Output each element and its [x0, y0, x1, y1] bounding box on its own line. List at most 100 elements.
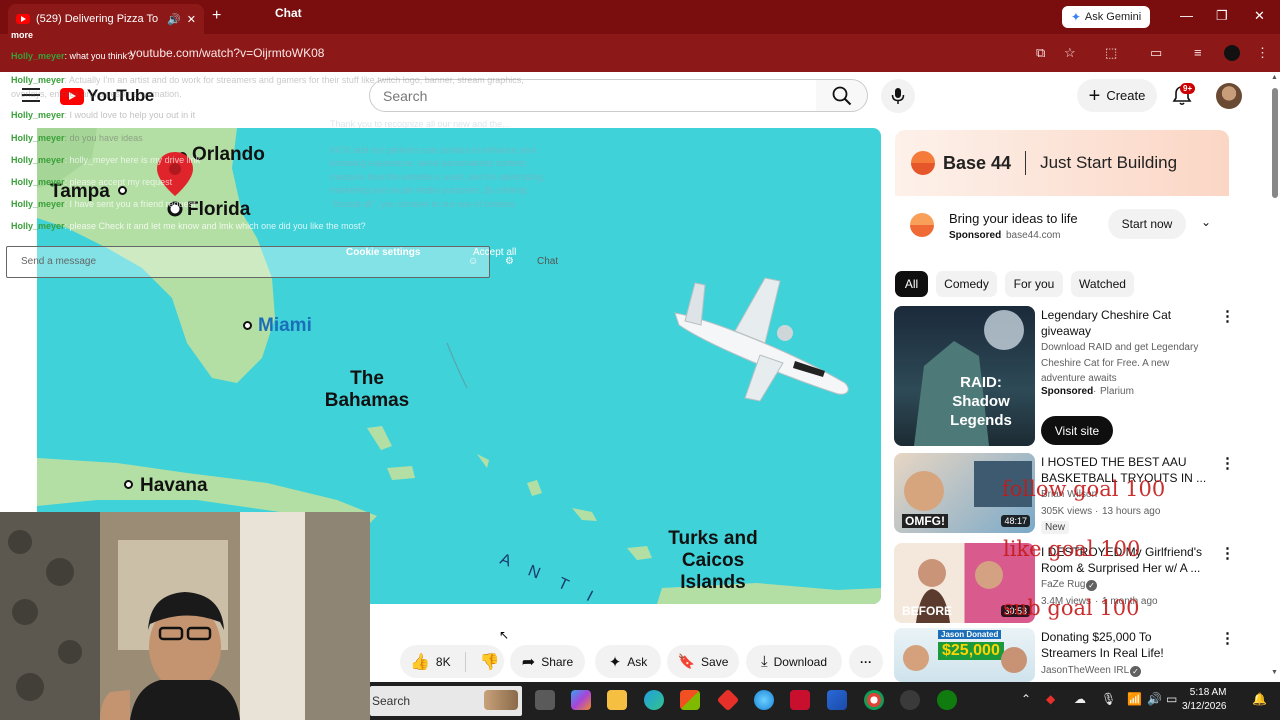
dislike-button[interactable]: 👎 — [472, 652, 500, 672]
account-avatar[interactable] — [1216, 83, 1242, 109]
notifications-icon[interactable]: 🔔 — [1252, 692, 1267, 706]
save-button[interactable]: 🔖 Save — [667, 645, 739, 678]
tray-battery-icon[interactable]: ▭ — [1166, 692, 1177, 706]
thumb-text: RAID: Shadow Legends — [950, 374, 1012, 429]
sub-goal-overlay: sub goal 100 — [1003, 596, 1140, 620]
create-label: Create — [1106, 88, 1146, 103]
download-button[interactable]: ⤓ Download — [746, 645, 842, 678]
ask-gemini-button[interactable]: ✦ Ask Gemini — [1062, 6, 1150, 28]
video-thumbnail[interactable]: Jason Donated $25,000 — [894, 628, 1035, 682]
bookmark-star-icon[interactable]: ☆ — [1064, 45, 1076, 61]
tray-mic-icon[interactable]: 🎙 — [1101, 692, 1116, 706]
new-tab-button[interactable]: + — [212, 7, 221, 25]
extensions-icon[interactable]: ⬚ — [1105, 45, 1117, 61]
tampa-dot-icon — [118, 186, 127, 195]
more-actions-button[interactable]: ··· — [849, 645, 883, 678]
chip-for-you[interactable]: For you — [1005, 271, 1063, 297]
mcafee-icon[interactable] — [790, 690, 810, 710]
download-icon: ⤓ — [760, 653, 768, 670]
chat-message-input[interactable]: Send a message — [6, 246, 490, 278]
havana-dot-icon — [124, 480, 133, 489]
search-icon — [832, 86, 851, 105]
ad-row: Bring your ideas to life Sponsored · bas… — [895, 196, 1229, 256]
gemini-sparkle-icon: ✦ — [1070, 10, 1081, 24]
mail-icon[interactable] — [827, 690, 847, 710]
restore-icon[interactable]: ❐ — [1216, 8, 1228, 24]
profile-avatar-icon[interactable] — [1224, 45, 1240, 61]
cookie-notice: Thank you to recognize all our new and t… — [330, 118, 570, 258]
search-button[interactable] — [816, 79, 868, 112]
scrollbar-thumb[interactable] — [1272, 88, 1278, 198]
taskbar-clock[interactable]: 5:18 AM 3/12/2026 — [1182, 686, 1227, 714]
ask-button[interactable]: ✦ Ask — [595, 645, 661, 678]
chat-username: Holly_meyer — [11, 110, 65, 120]
settings-taskbar-icon[interactable] — [900, 690, 920, 710]
video-thumbnail[interactable]: RAID: Shadow Legends — [894, 306, 1035, 446]
minimize-icon[interactable]: — — [1180, 8, 1193, 23]
like-dislike-group: 👍 8K 👎 — [400, 645, 504, 678]
tray-chevron-up-icon[interactable]: ⌃ — [1021, 692, 1031, 706]
chat-send-button[interactable]: Chat — [537, 256, 558, 267]
download-label: Download — [773, 654, 827, 669]
more-dots-icon: ··· — [860, 654, 872, 669]
video-menu-icon[interactable]: ⋮ — [1220, 629, 1235, 647]
like-button[interactable]: 👍 8K — [410, 652, 451, 672]
scroll-up-icon[interactable]: ▲ — [1271, 74, 1278, 81]
video-duration: 48:17 — [1001, 515, 1030, 527]
voice-search-button[interactable] — [881, 79, 915, 113]
ad-sponsored: Sponsored — [949, 230, 1002, 241]
tray-volume-icon[interactable]: 🔊 — [1147, 692, 1162, 706]
mouse-cursor-icon: ↖ — [499, 628, 510, 642]
file-explorer-icon[interactable] — [607, 690, 627, 710]
chat-message: : do you have ideas — [64, 133, 143, 143]
chrome-taskbar-icon[interactable] — [864, 690, 884, 710]
chevron-down-icon[interactable]: ⌄ — [1201, 215, 1211, 229]
emoji-icon[interactable]: ☺ — [468, 256, 478, 267]
map-label-orlando: Orlando — [192, 144, 265, 165]
xbox-icon[interactable] — [937, 690, 957, 710]
copilot-icon[interactable] — [571, 690, 591, 710]
cookie-title: Thank you to recognize all our new and t… — [330, 119, 510, 129]
store-icon[interactable] — [680, 690, 700, 710]
settings-gear-icon[interactable]: ⚙ — [505, 256, 514, 267]
ad-banner[interactable]: Base 44 Just Start Building — [895, 130, 1229, 196]
tray-cloud-icon[interactable]: ☁ — [1074, 692, 1086, 706]
menu-dots-icon[interactable]: ⋮ — [1256, 45, 1269, 61]
edge-icon[interactable] — [644, 690, 664, 710]
tray-app-icon[interactable]: ◆ — [1046, 692, 1055, 706]
task-view-icon[interactable] — [535, 690, 555, 710]
search-highlight-icon — [484, 690, 518, 710]
ad-tagline: Just Start Building — [1040, 153, 1178, 172]
chat-line: Holly_meyer: do you have ideas — [11, 133, 143, 143]
tray-wifi-icon[interactable]: 📶 — [1127, 692, 1142, 706]
video-channel: JasonTheWeen IRL — [1041, 665, 1130, 676]
close-window-icon[interactable]: ✕ — [1254, 8, 1265, 24]
ask-gemini-label: Ask Gemini — [1084, 11, 1142, 23]
visit-site-button[interactable]: Visit site — [1041, 416, 1113, 445]
like-goal-overlay: like goal 100 — [1003, 537, 1141, 561]
close-tab-icon[interactable]: ✕ — [187, 13, 196, 26]
chip-watched[interactable]: Watched — [1071, 271, 1134, 297]
share-button[interactable]: ➦ Share — [510, 645, 585, 678]
chat-line: Holly_meyer: holly_meyer here is my driv… — [11, 155, 200, 165]
clock-time: 5:18 AM — [1189, 687, 1227, 698]
video-title[interactable]: Legendary Cheshire Cat giveaway — [1041, 307, 1209, 339]
verified-icon: ✓ — [1130, 666, 1141, 677]
browser-tab-active[interactable]: (529) Delivering Pizza To Je 🔊 ✕ — [8, 4, 204, 34]
video-menu-icon[interactable]: ⋮ — [1220, 544, 1235, 562]
split-view-icon[interactable]: ▭ — [1150, 45, 1162, 61]
scroll-down-icon[interactable]: ▼ — [1271, 669, 1278, 676]
video-menu-icon[interactable]: ⋮ — [1220, 454, 1235, 472]
install-app-icon[interactable]: ⧉ — [1036, 45, 1045, 61]
weather-app-icon[interactable] — [754, 690, 774, 710]
media-control-icon[interactable]: ≡ — [1194, 45, 1202, 60]
video-menu-icon[interactable]: ⋮ — [1220, 307, 1235, 325]
video-title[interactable]: Donating $25,000 To Streamers In Real Li… — [1041, 629, 1209, 661]
chip-comedy[interactable]: Comedy — [936, 271, 997, 297]
chip-all[interactable]: All — [895, 271, 928, 297]
create-button[interactable]: + Create — [1077, 79, 1157, 112]
url-field[interactable]: youtube.com/watch?v=OijrmtoWK08 — [130, 46, 324, 60]
start-now-button[interactable]: Start now — [1108, 209, 1186, 239]
cookie-text: KICK and our partners use cookies to enh… — [330, 144, 545, 209]
speaker-icon[interactable]: 🔊 — [167, 13, 181, 26]
